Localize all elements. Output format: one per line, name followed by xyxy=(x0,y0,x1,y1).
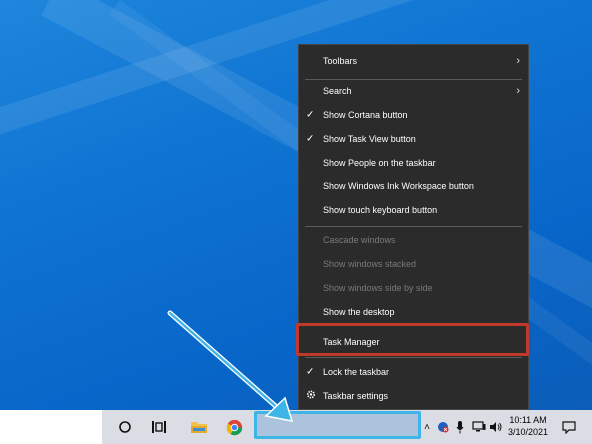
annotation-arrow xyxy=(167,310,294,422)
arrow-icon xyxy=(167,310,294,422)
